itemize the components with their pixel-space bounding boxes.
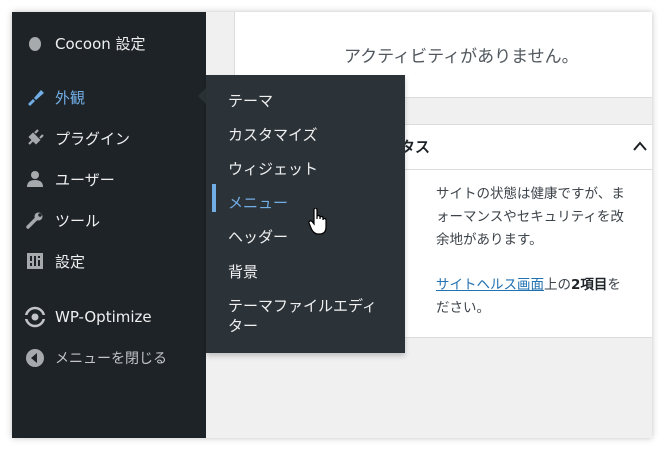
text-fragment: 上の: [544, 277, 571, 293]
item-count: 2項目: [571, 277, 608, 293]
sidebar-item-label: メニューを閉じる: [55, 351, 167, 367]
user-icon: [24, 168, 46, 190]
sidebar-item-label: 設定: [55, 252, 86, 271]
sidebar-item-wp-optimize[interactable]: WP-Optimize: [12, 299, 206, 335]
plugin-icon: [24, 127, 46, 149]
sidebar-item-label: WP-Optimize: [55, 308, 152, 326]
site-health-description: サイトの状態は健康ですが、ま ォーマンスやセキュリティを改 余地があります。: [436, 183, 652, 252]
admin-sidebar: Cocoon 設定 外観 プラグイン ユーザー ツール 設定 WP-Optimi…: [12, 12, 206, 438]
activity-empty-message: アクティビティがありません。: [344, 47, 579, 67]
appearance-submenu: テーマ カスタマイズ ウィジェット メニュー ヘッダー 背景 テーマファイルエデ…: [206, 75, 405, 353]
submenu-item-customize[interactable]: カスタマイズ: [206, 125, 405, 145]
site-health-line: 余地があります。: [436, 232, 543, 248]
collapse-icon: [24, 347, 46, 369]
site-health-action-text: サイトヘルス画面上の2項目を ださい。: [436, 274, 652, 320]
wp-optimize-icon: [24, 306, 46, 328]
sidebar-item-label: プラグイン: [55, 129, 131, 148]
admin-screen: アクティビティがありません。 タス サイトの状態は健康ですが、ま ォーマンスやセ…: [12, 12, 652, 438]
cocoon-icon: [24, 32, 46, 54]
site-health-link[interactable]: サイトヘルス画面: [436, 277, 544, 293]
sidebar-collapse-menu[interactable]: メニューを閉じる: [12, 340, 206, 376]
sidebar-item-tools[interactable]: ツール: [12, 202, 206, 238]
submenu-item-themes[interactable]: テーマ: [206, 91, 405, 111]
site-health-line: ォーマンスやセキュリティを改: [436, 209, 624, 225]
sidebar-item-cocoon[interactable]: Cocoon 設定: [12, 25, 206, 61]
sidebar-separator: [12, 288, 206, 289]
sidebar-item-appearance[interactable]: 外観: [12, 79, 206, 115]
submenu-item-header[interactable]: ヘッダー: [206, 227, 405, 247]
submenu-item-widgets[interactable]: ウィジェット: [206, 159, 405, 179]
submenu-item-label: テーマファイルエディ: [228, 297, 377, 315]
site-health-line: ださい。: [436, 300, 490, 316]
sidebar-item-label: Cocoon 設定: [55, 34, 146, 53]
sidebar-item-label: 外観: [55, 88, 86, 107]
submenu-item-label: ター: [228, 317, 259, 335]
hand-pointer-icon: [308, 208, 327, 235]
text-fragment: を: [607, 277, 621, 293]
sidebar-item-users[interactable]: ユーザー: [12, 161, 206, 197]
chevron-up-icon[interactable]: [632, 140, 648, 152]
submenu-item-theme-file-editor[interactable]: テーマファイルエディ ター: [206, 296, 405, 336]
sidebar-item-settings[interactable]: 設定: [12, 243, 206, 279]
sidebar-item-label: ユーザー: [55, 170, 115, 189]
submenu-item-menus[interactable]: メニュー: [206, 193, 405, 213]
brush-icon: [24, 86, 46, 108]
submenu-item-background[interactable]: 背景: [206, 262, 405, 282]
settings-icon: [24, 250, 46, 272]
site-health-line: サイトの状態は健康ですが、ま: [436, 186, 625, 202]
sidebar-item-label: ツール: [55, 211, 101, 230]
sidebar-item-plugins[interactable]: プラグイン: [12, 120, 206, 156]
wrench-icon: [24, 209, 46, 231]
flyout-pointer: [198, 88, 206, 104]
